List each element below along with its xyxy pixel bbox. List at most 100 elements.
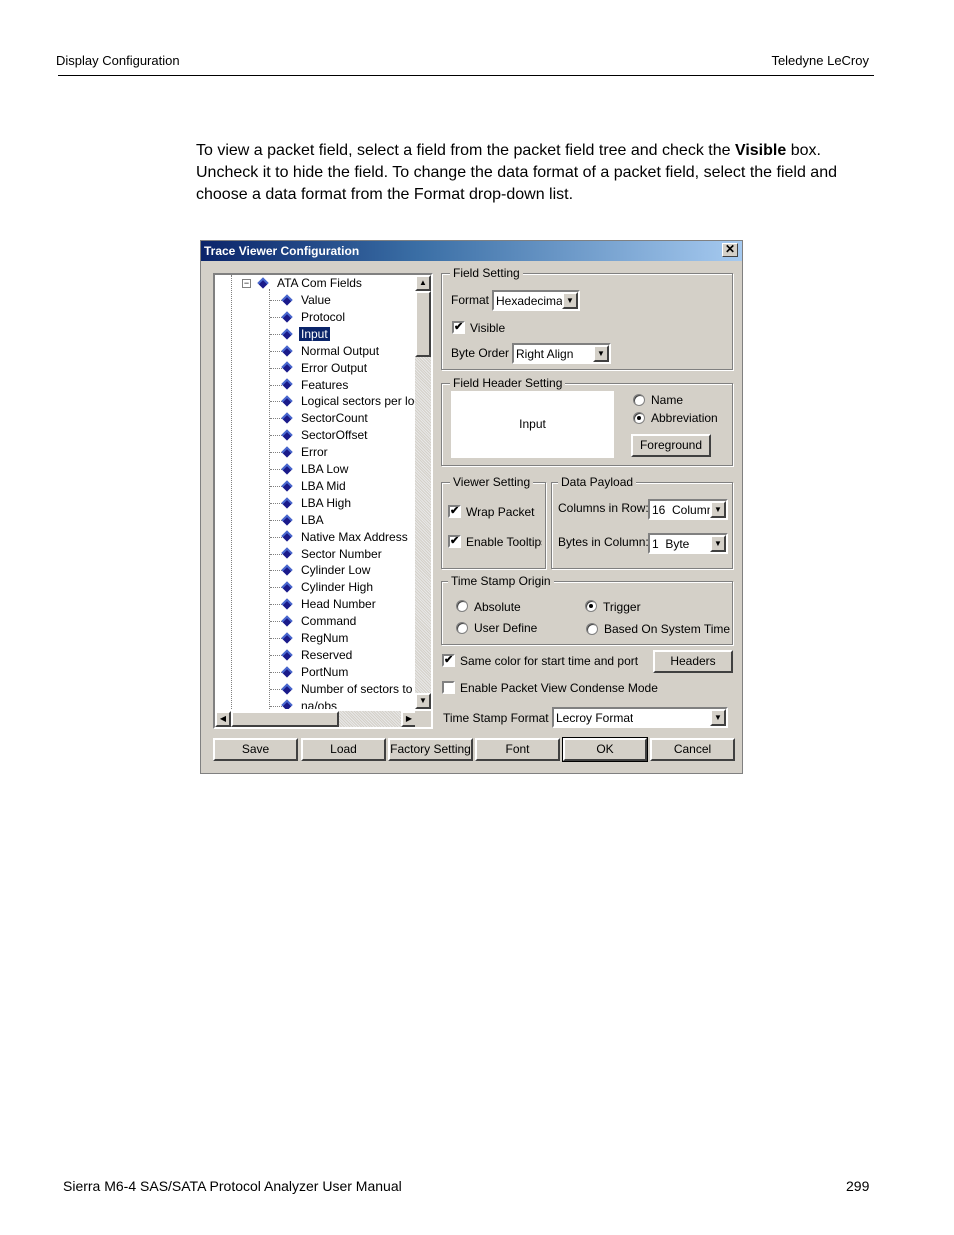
tree-connector xyxy=(270,638,282,639)
field-icon xyxy=(281,564,293,576)
save-button[interactable]: Save xyxy=(213,738,298,761)
tree-item[interactable]: SectorCount xyxy=(281,410,370,427)
tree-item[interactable]: Error Output xyxy=(281,360,369,377)
wrap-packet-checkbox[interactable]: ✔ xyxy=(448,505,461,518)
bytes-in-column-label: Bytes in Column: xyxy=(558,535,649,549)
data-payload-group: Data Payload Columns in Row: 16 Column ▼… xyxy=(551,475,733,569)
ok-button[interactable]: OK xyxy=(562,737,648,762)
tree-item[interactable]: PortNum xyxy=(281,664,350,681)
foreground-button[interactable]: Foreground xyxy=(631,434,711,457)
same-color-checkbox[interactable]: ✔ xyxy=(442,654,455,667)
tree-connector xyxy=(270,485,282,487)
tree-connector xyxy=(270,502,282,504)
scroll-thumb-horizontal[interactable] xyxy=(231,711,339,727)
tree-root[interactable]: ATA Com Fields xyxy=(257,275,364,292)
field-icon xyxy=(281,598,293,610)
field-icon xyxy=(281,547,293,559)
font-button[interactable]: Font xyxy=(475,738,560,761)
tree-item-label: Protocol xyxy=(301,309,346,324)
tree-item[interactable]: na/obs xyxy=(281,698,339,709)
enable-tooltips-label: Enable Tooltips xyxy=(466,535,542,549)
time-stamp-origin-group: Time Stamp Origin Absolute Trigger User … xyxy=(441,574,733,645)
tree-item[interactable]: Cylinder Low xyxy=(281,562,372,579)
header-preview-text: Input xyxy=(519,417,546,431)
cancel-button[interactable]: Cancel xyxy=(650,738,735,761)
name-radio[interactable] xyxy=(633,394,645,406)
factory-setting-button[interactable]: Factory Setting xyxy=(388,738,473,761)
columns-in-row-label: Columns in Row: xyxy=(558,501,649,515)
tree-guide-line xyxy=(231,275,232,709)
tree-item[interactable]: Error xyxy=(281,444,330,461)
close-icon: ✕ xyxy=(724,242,736,256)
arrow-left-icon: ◀ xyxy=(219,714,227,723)
chevron-down-icon[interactable]: ▼ xyxy=(593,345,609,362)
packet-field-tree[interactable]: − ATA Com Fields Value Protocol Input Norma… xyxy=(213,273,433,729)
absolute-label: Absolute xyxy=(474,600,521,614)
tree-connector xyxy=(270,384,282,386)
tree-item-label: Sector Number xyxy=(301,546,382,561)
tree-horizontal-scrollbar[interactable]: ◀ ▶ xyxy=(215,711,417,727)
collapse-icon[interactable]: − xyxy=(242,279,251,288)
format-label: Format xyxy=(451,293,490,307)
tree-item-label: LBA Mid xyxy=(301,478,346,493)
scroll-up-button[interactable]: ▲ xyxy=(415,275,431,291)
load-button[interactable]: Load xyxy=(301,738,386,761)
chevron-down-icon[interactable]: ▼ xyxy=(710,535,726,552)
field-icon xyxy=(281,412,293,424)
tree-item-label: SectorOffset xyxy=(301,428,368,443)
tree-item[interactable]: Input xyxy=(281,326,330,343)
byte-order-dropdown[interactable]: Right Align ▼ xyxy=(512,343,611,364)
arrow-down-icon: ▼ xyxy=(419,696,427,705)
tree-item[interactable]: Command xyxy=(281,613,358,630)
tree-item[interactable]: Value xyxy=(281,292,333,309)
data-payload-title: Data Payload xyxy=(558,475,637,489)
headers-button[interactable]: Headers xyxy=(653,650,733,673)
tree-item[interactable]: Normal Output xyxy=(281,343,381,360)
tree-item[interactable]: LBA Mid xyxy=(281,478,348,495)
page-header-right: Teledyne LeCroy xyxy=(771,53,869,68)
chevron-down-icon[interactable]: ▼ xyxy=(562,292,578,309)
field-icon xyxy=(281,429,293,441)
tree-item[interactable]: SectorOffset xyxy=(281,427,369,444)
field-icon xyxy=(281,361,293,374)
scroll-thumb-vertical[interactable] xyxy=(415,291,431,357)
tree-item[interactable]: LBA xyxy=(281,512,326,529)
bytes-in-column-dropdown[interactable]: 1 Byte ▼ xyxy=(648,533,728,554)
tree-item[interactable]: Sector Number xyxy=(281,546,384,563)
tree-item[interactable]: Protocol xyxy=(281,309,347,326)
field-icon xyxy=(281,496,293,509)
scroll-left-button[interactable]: ◀ xyxy=(215,711,231,727)
user-define-radio[interactable] xyxy=(456,622,468,634)
tree-vertical-scrollbar[interactable]: ▲ ▼ xyxy=(415,275,431,709)
tree-item[interactable]: Reserved xyxy=(281,647,354,664)
abbreviation-radio[interactable] xyxy=(633,412,645,424)
trigger-radio[interactable] xyxy=(585,600,597,612)
tree-item[interactable]: Number of sectors to be xyxy=(281,681,417,698)
chevron-down-icon[interactable]: ▼ xyxy=(710,501,726,518)
visible-checkbox[interactable]: ✔ xyxy=(452,321,465,334)
absolute-radio[interactable] xyxy=(456,600,468,612)
based-on-system-time-label: Based On System Time xyxy=(604,622,731,636)
based-on-system-time-radio[interactable] xyxy=(586,623,598,635)
chevron-down-icon[interactable]: ▼ xyxy=(710,709,726,726)
tree-item[interactable]: Features xyxy=(281,377,350,394)
tree-item[interactable]: Logical sectors per logi xyxy=(281,393,417,410)
tree-item[interactable]: Native Max Address xyxy=(281,529,410,546)
field-icon xyxy=(281,530,293,543)
time-stamp-format-value: Lecroy Format xyxy=(556,711,634,725)
tree-item[interactable]: LBA High xyxy=(281,495,353,512)
user-define-label: User Define xyxy=(474,621,538,635)
time-stamp-format-dropdown[interactable]: Lecroy Format ▼ xyxy=(552,707,728,728)
tree-item[interactable]: Cylinder High xyxy=(281,579,375,596)
tree-item[interactable]: LBA Low xyxy=(281,461,350,478)
condense-mode-checkbox[interactable] xyxy=(442,681,455,694)
close-button[interactable]: ✕ xyxy=(722,243,738,257)
tree-item-label: Error Output xyxy=(301,360,368,375)
format-dropdown[interactable]: Hexadecimal ▼ xyxy=(492,290,580,311)
columns-in-row-dropdown[interactable]: 16 Column ▼ xyxy=(648,499,728,520)
scroll-down-button[interactable]: ▼ xyxy=(415,693,431,709)
tree-item[interactable]: Head Number xyxy=(281,596,378,613)
tree-item[interactable]: RegNum xyxy=(281,630,350,647)
byte-order-value: Right Align xyxy=(516,347,574,361)
enable-tooltips-checkbox[interactable]: ✔ xyxy=(448,535,461,548)
